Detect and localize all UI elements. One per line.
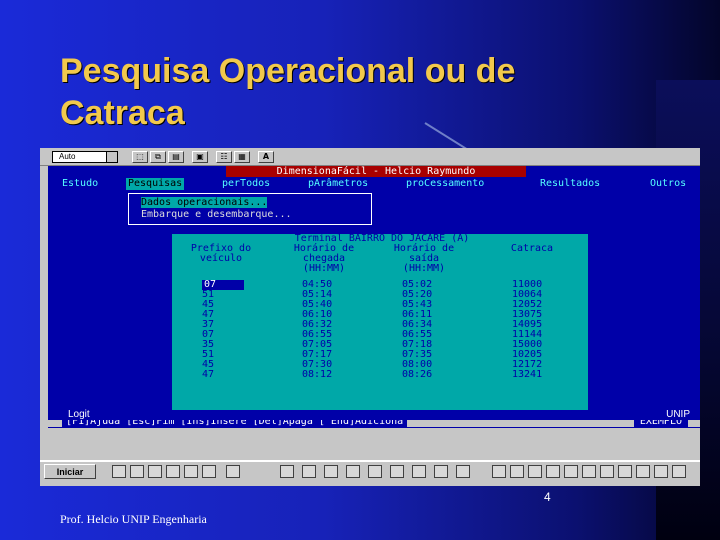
- table-cell[interactable]: 08:12: [302, 370, 332, 380]
- panel-title: Terminal BAIRRO DO JACARE (A): [294, 233, 470, 244]
- dropdown-item-embarque[interactable]: Embarque e desembarque...: [141, 209, 292, 220]
- quick-launch-icon[interactable]: [130, 465, 144, 478]
- slide-title-line-2: Catraca: [60, 94, 185, 132]
- font-size-select[interactable]: Auto: [52, 151, 118, 163]
- tray-icon[interactable]: [510, 465, 524, 478]
- chevron-down-icon[interactable]: [106, 151, 118, 163]
- start-button[interactable]: Iniciar: [44, 464, 96, 479]
- task-window-icon[interactable]: [302, 465, 316, 478]
- log-right: UNIP: [666, 409, 690, 420]
- task-window-icon[interactable]: [280, 465, 294, 478]
- copy-icon[interactable]: ⧉: [150, 151, 166, 163]
- task-window-icon[interactable]: [390, 465, 404, 478]
- tray-icon[interactable]: [528, 465, 542, 478]
- menu-parametros[interactable]: pArâmetros: [308, 178, 368, 190]
- dos-window-toolbar: Auto ⬚ ⧉ ▤ ▣ ☷ ▦ A: [40, 148, 700, 166]
- header-saida: Horário de saída (HH:MM): [378, 244, 470, 274]
- header-line: (HH:MM): [302, 263, 346, 274]
- properties-icon[interactable]: ☷: [216, 151, 232, 163]
- windows-taskbar: Iniciar: [40, 460, 700, 480]
- menu-outros[interactable]: Outros: [650, 178, 686, 190]
- menu-pertodos[interactable]: perTodos: [222, 178, 270, 190]
- tray-icon[interactable]: [582, 465, 596, 478]
- menu-estudo[interactable]: Estudo: [62, 178, 98, 190]
- app-title: DimensionaFácil - Helcio Raymundo: [226, 166, 526, 177]
- tray-icon[interactable]: [492, 465, 506, 478]
- tray-icon[interactable]: [636, 465, 650, 478]
- dos-application: DimensionaFácil - Helcio Raymundo Estudo…: [48, 166, 700, 428]
- column-saida: 05:02 05:20 05:43 06:11 06:34 06:55 07:1…: [402, 280, 432, 380]
- table-cell[interactable]: 08:26: [402, 370, 432, 380]
- paste-icon[interactable]: ▤: [168, 151, 184, 163]
- menu-processamento[interactable]: proCessamento: [406, 178, 484, 190]
- mark-icon[interactable]: ⬚: [132, 151, 148, 163]
- header-line: veículo: [199, 253, 243, 264]
- task-window-icon[interactable]: [346, 465, 360, 478]
- task-window-icon[interactable]: [412, 465, 426, 478]
- slide-title-line-1: Pesquisa Operacional ou de: [60, 52, 516, 90]
- column-prefixo: 07 51 45 47 37 07 35 51 45 47: [202, 280, 244, 380]
- task-window-icon[interactable]: [368, 465, 382, 478]
- background-icon[interactable]: ▦: [234, 151, 250, 163]
- column-chegada: 04:50 05:14 05:40 06:10 06:32 06:55 07:0…: [302, 280, 332, 380]
- tray-icon[interactable]: [546, 465, 560, 478]
- slide-footer: Prof. Helcio UNIP Engenharia: [60, 512, 207, 526]
- quick-launch-icon[interactable]: [202, 465, 216, 478]
- dropdown-item-dados-operacionais[interactable]: Dados operacionais...: [141, 197, 268, 208]
- tray-icon[interactable]: [618, 465, 632, 478]
- tray-icon[interactable]: [672, 465, 686, 478]
- tray-icon[interactable]: [600, 465, 614, 478]
- log-left: Logit: [68, 409, 90, 420]
- menu-pesquisas[interactable]: Pesquisas: [126, 178, 185, 190]
- quick-launch-icon[interactable]: [226, 465, 240, 478]
- menu-resultados[interactable]: Resultados: [540, 178, 600, 190]
- quick-launch-icon[interactable]: [148, 465, 162, 478]
- font-button[interactable]: A: [258, 151, 274, 163]
- log-bar: Logit UNIP: [48, 410, 700, 420]
- quick-launch-icon[interactable]: [112, 465, 126, 478]
- table-cell[interactable]: 13241: [512, 370, 542, 380]
- pesquisas-dropdown: Dados operacionais... Embarque e desemba…: [128, 193, 372, 225]
- task-window-icon[interactable]: [324, 465, 338, 478]
- task-window-icon[interactable]: [434, 465, 448, 478]
- slide-title: Pesquisa Operacional ou de Catraca: [60, 50, 620, 134]
- terminal-panel: Terminal BAIRRO DO JACARE (A) Prefixo do…: [172, 234, 588, 418]
- column-catraca: 11000 10064 12052 13075 14095 11144 1500…: [512, 280, 542, 380]
- header-catraca: Catraca: [492, 244, 572, 254]
- header-line: Catraca: [510, 243, 554, 254]
- fullscreen-icon[interactable]: ▣: [192, 151, 208, 163]
- table-cell[interactable]: 47: [202, 370, 244, 380]
- page-number: 4: [544, 490, 551, 504]
- task-window-icon[interactable]: [456, 465, 470, 478]
- menu-bar: Estudo Pesquisas perTodos pArâmetros pro…: [48, 177, 700, 191]
- quick-launch-icon[interactable]: [184, 465, 198, 478]
- header-prefixo: Prefixo do veículo: [178, 244, 264, 264]
- quick-launch-icon[interactable]: [166, 465, 180, 478]
- embedded-screenshot: Auto ⬚ ⧉ ▤ ▣ ☷ ▦ A DimensionaFácil - Hel…: [40, 148, 700, 486]
- header-chegada: Horário de chegada (HH:MM): [278, 244, 370, 274]
- font-size-select-value: Auto: [59, 152, 76, 161]
- tray-icon[interactable]: [564, 465, 578, 478]
- header-line: (HH:MM): [402, 263, 446, 274]
- tray-icon[interactable]: [654, 465, 668, 478]
